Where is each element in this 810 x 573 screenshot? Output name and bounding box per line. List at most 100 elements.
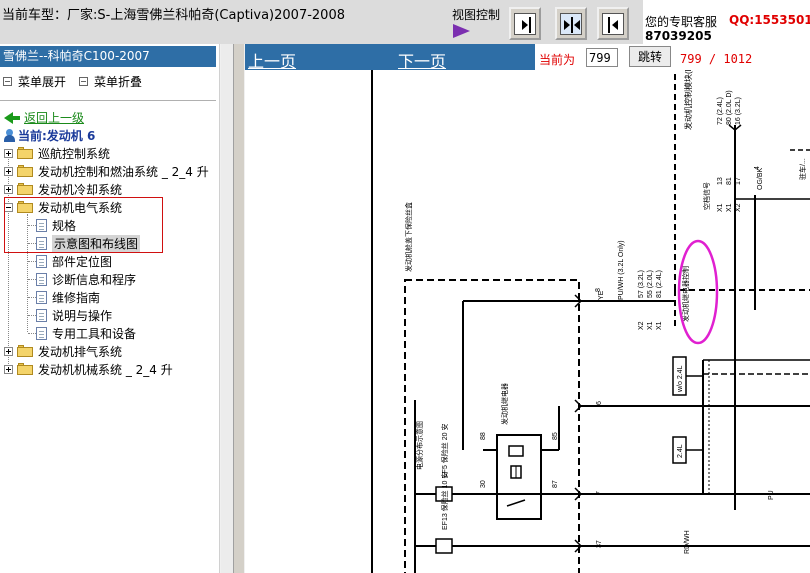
page-jump-area: 当前为 跳转 799 / 1012 (535, 44, 810, 70)
fuse-block-title: 发动机舱盖下保险丝盒 (404, 202, 413, 272)
ecm-label: 发动机控制模块(ECM) (683, 70, 693, 130)
ecm-pin-label: 72 (2.4L) (717, 97, 724, 125)
tree-item-label: 诊断信息和程序 (52, 272, 137, 287)
pin-87: 87 (552, 480, 559, 488)
tree-item-label: 发动机冷却系统 (38, 182, 123, 197)
expand-plus-icon[interactable] (4, 364, 13, 374)
expand-plus-icon[interactable] (4, 184, 13, 194)
qq-number: QQ:15535013 (729, 13, 810, 27)
tree-line (28, 297, 36, 298)
divider (0, 100, 216, 101)
x-label: X1 (656, 321, 663, 330)
variant-label: 2.4L (677, 444, 684, 458)
panel-splitter[interactable] (233, 44, 245, 573)
back-link-label: 返回上一级 (24, 111, 85, 125)
page-nav-bar: 上一页 下一页 当前为 跳转 799 / 1012 (245, 44, 810, 72)
relay-pin-label: 55 (2.0L) (647, 270, 654, 298)
pin-37: 37 (596, 540, 603, 548)
document-icon (36, 326, 47, 340)
relay-pin-label: 81 (2.4L) (656, 270, 663, 298)
user-icon (4, 129, 15, 142)
tree-line (28, 261, 36, 262)
current-node-label: 当前:发动机 6 (18, 129, 96, 143)
pin-4: 4 (754, 166, 761, 170)
tree-item-label: 说明与操作 (52, 308, 113, 323)
tree-item-cruise-control[interactable]: 巡航控制系统 (4, 144, 110, 162)
expand-plus-icon[interactable] (4, 166, 13, 176)
wire-color-rdwh: RD/WH (684, 530, 691, 554)
folder-icon (17, 363, 33, 375)
service-label: 您的专职客服 (645, 15, 718, 29)
next-page-link[interactable]: 下一页 (398, 48, 446, 72)
page-number-input[interactable] (586, 48, 618, 67)
pin-6: 6 (596, 401, 603, 405)
pin-8: 8 (595, 288, 602, 292)
x-label: X2 (735, 203, 742, 212)
arrow-left-icon (608, 16, 618, 33)
tree-item-label: 发动机控制和燃油系统 _ 2_4 升 (38, 164, 209, 179)
collapse-all-button[interactable]: 菜单折叠 (79, 73, 142, 90)
document-icon (36, 308, 47, 322)
wiring-diagram-svg: 发动机控制模块(ECM) 72 (2.4L) 80 (2.0L D) 16 (3… (371, 70, 810, 573)
tree-item-engine-control-fuel[interactable]: 发动机控制和燃油系统 _ 2_4 升 (4, 162, 209, 180)
fuse-ef5-label: EF5 保险丝 20 安 (440, 424, 449, 478)
view-control-arrow-icon[interactable] (453, 24, 470, 38)
expand-icon (3, 77, 12, 86)
relay-switch (506, 499, 526, 507)
collapse-all-label: 菜单折叠 (94, 75, 143, 89)
pin-85: 85 (552, 432, 559, 440)
tree-item-label: 维修指南 (52, 290, 101, 305)
wire-num: 17 (735, 177, 742, 185)
wire-color-puwh: PU/WH (3.2L Only) (618, 240, 625, 300)
x-label: X1 (647, 321, 654, 330)
jump-button[interactable]: 跳转 (629, 46, 671, 67)
fuse-block-box (404, 279, 580, 573)
tree-item-label: 巡航控制系统 (38, 146, 111, 161)
folder-icon (17, 165, 33, 177)
tree-item-special-tools[interactable]: 专用工具和设备 (36, 324, 136, 342)
document-icon (36, 272, 47, 286)
view-split-button[interactable] (555, 7, 587, 40)
pin-30: 30 (480, 480, 487, 488)
customer-service-box: 您的专职客服 QQ:15535013 87039205 (643, 0, 810, 44)
tree-item-diagnostics[interactable]: 诊断信息和程序 (36, 270, 136, 288)
expand-plus-icon[interactable] (4, 346, 13, 356)
view-right-panel-button[interactable] (597, 7, 629, 40)
sidebar: 雪佛兰--科帕奇C100-2007 菜单展开 菜单折叠 返回上一级 当前:发动机… (0, 44, 218, 573)
folder-icon (17, 345, 33, 357)
tree-item-label: 部件定位图 (52, 254, 113, 269)
tree-item-component-locator[interactable]: 部件定位图 (36, 252, 112, 270)
tree-item-description-operation[interactable]: 说明与操作 (36, 306, 112, 324)
x-label: X2 (638, 321, 645, 330)
tree-item-engine-mechanical[interactable]: 发动机机械系统 _ 2_4 升 (4, 360, 173, 378)
view-left-panel-button[interactable] (509, 7, 541, 40)
arrow-right-icon (522, 16, 531, 33)
back-arrow-tail (13, 115, 20, 120)
tree-item-engine-cooling[interactable]: 发动机冷却系统 (4, 180, 122, 198)
ecm-pin-label: 16 (3.2L) (735, 97, 742, 125)
top-header: 当前车型：厂家:S-上海雪佛兰科帕奇(Captiva)2007-2008 视图控… (0, 0, 810, 44)
expand-plus-icon[interactable] (4, 148, 13, 158)
tree-item-repair-guide[interactable]: 维修指南 (36, 288, 100, 306)
sidebar-title: 雪佛兰--科帕奇C100-2007 (0, 46, 216, 67)
fuse-ef13-label: EF13 保险丝 10 安 (440, 472, 449, 530)
back-arrow-icon (4, 111, 13, 124)
sidebar-scrollbar[interactable] (219, 44, 233, 573)
tree-line (28, 333, 36, 334)
ac-signal-label: 空档信号 (702, 182, 711, 210)
expand-all-button[interactable]: 菜单展开 (3, 73, 66, 90)
pin-88: 88 (480, 432, 487, 440)
relay-pin-label: 57 (3.2L) (638, 270, 645, 298)
relay-label: 发动机继电器 (500, 383, 509, 425)
back-link[interactable]: 返回上一级 (4, 109, 84, 126)
tree-item-engine-exhaust[interactable]: 发动机排气系统 (4, 342, 122, 360)
selection-highlight-box (4, 197, 163, 253)
prev-page-link[interactable]: 上一页 (248, 48, 296, 72)
tree-line (28, 315, 36, 316)
wire-num: 13 (717, 177, 724, 185)
expand-all-label: 菜单展开 (18, 75, 67, 89)
ecm-box (674, 70, 810, 291)
right-label: 驻车/... (798, 158, 807, 180)
current-page-label: 当前为 (539, 53, 576, 67)
current-node: 当前:发动机 6 (4, 127, 95, 144)
